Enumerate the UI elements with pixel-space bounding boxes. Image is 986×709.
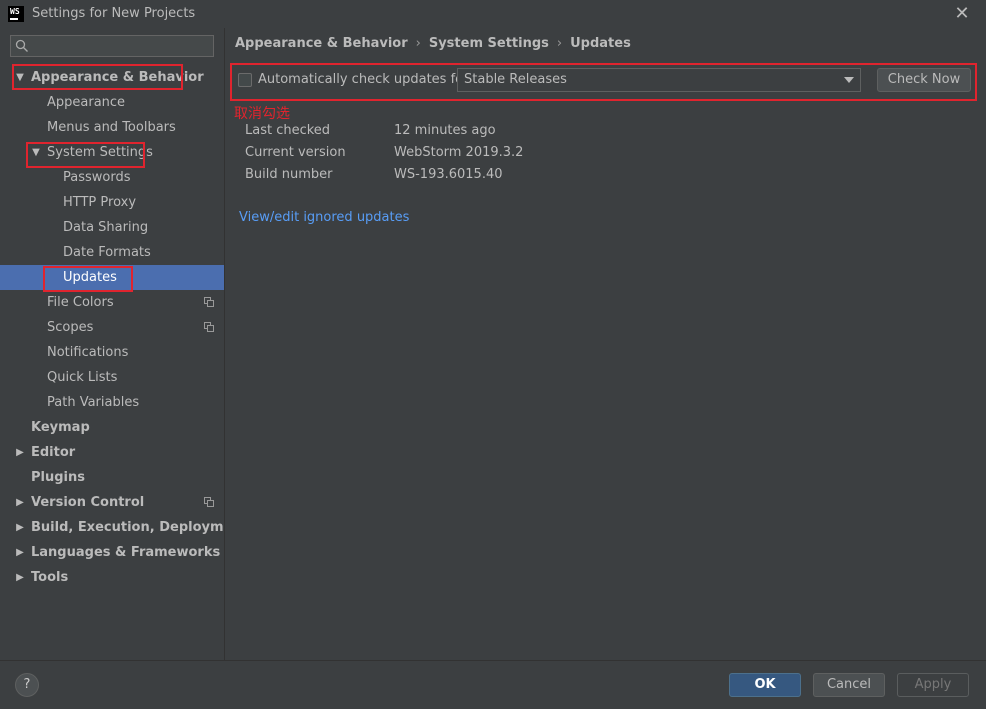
app-logo-text: WS [10, 7, 20, 16]
tree-label: Data Sharing [63, 220, 149, 235]
dialog-footer: ? OK Cancel Apply [0, 660, 986, 709]
tree-item-keymap[interactable]: Keymap [0, 415, 224, 440]
window-title: Settings for New Projects [32, 6, 196, 21]
build-number-value: WS-193.6015.40 [394, 167, 503, 182]
tree-label: Menus and Toolbars [47, 120, 176, 135]
tree-item-system-settings[interactable]: ▼ System Settings [0, 140, 224, 165]
current-version-label: Current version [245, 145, 346, 160]
cancel-button[interactable]: Cancel [813, 673, 885, 697]
tree-item-scopes[interactable]: Scopes [0, 315, 224, 340]
collapsed-arrow-icon[interactable]: ▶ [14, 515, 26, 540]
check-now-button[interactable]: Check Now [877, 68, 971, 92]
tree-item-file-colors[interactable]: File Colors [0, 290, 224, 315]
project-scope-icon [204, 297, 214, 307]
tree-item-data-sharing[interactable]: Data Sharing [0, 215, 224, 240]
tree-item-tools[interactable]: ▶ Tools [0, 565, 224, 590]
breadcrumb-separator: › [556, 36, 563, 51]
breadcrumb-item: System Settings [428, 36, 549, 51]
updates-panel: Appearance & Behavior › System Settings › Up… [225, 28, 986, 660]
tree-item-build[interactable]: ▶ Build, Execution, Deployment [0, 515, 248, 540]
tree-label: Date Formats [63, 245, 151, 260]
expanded-arrow-icon[interactable]: ▼ [30, 140, 42, 165]
update-channel-value: Stable Releases [464, 72, 567, 87]
tree-label: Quick Lists [47, 370, 118, 385]
tree-label: Version Control [31, 495, 145, 510]
breadcrumb-separator: › [415, 36, 421, 51]
apply-button[interactable]: Apply [897, 673, 969, 697]
tree-item-passwords[interactable]: Passwords [0, 165, 224, 190]
last-checked-label: Last checked [245, 123, 331, 138]
tree-item-appearance-behavior[interactable]: ▼ Appearance & Behavior [0, 65, 224, 90]
tree-label: Plugins [31, 470, 85, 485]
tree-item-plugins[interactable]: Plugins [0, 465, 224, 490]
tree-label: Appearance & Behavior [31, 70, 204, 85]
project-scope-icon [204, 497, 214, 507]
tree-label: Editor [31, 445, 76, 460]
tree-item-http-proxy[interactable]: HTTP Proxy [0, 190, 224, 215]
tree-label: Scopes [47, 320, 94, 335]
tree-label: File Colors [47, 295, 114, 310]
title-bar: WS Settings for New Projects ✕ [0, 0, 986, 28]
tree-item-updates[interactable]: Updates [0, 265, 224, 290]
update-channel-dropdown[interactable]: Stable Releases [457, 68, 861, 92]
tree-label: Build, Execution, Deployment [31, 520, 248, 535]
collapsed-arrow-icon[interactable]: ▶ [14, 440, 26, 465]
expanded-arrow-icon[interactable]: ▼ [14, 65, 26, 90]
tree-item-appearance[interactable]: Appearance [0, 90, 224, 115]
tree-label: HTTP Proxy [63, 195, 137, 210]
tree-label: Keymap [31, 420, 90, 435]
tree-label: Passwords [63, 170, 131, 185]
tree-item-quick-lists[interactable]: Quick Lists [0, 365, 224, 390]
breadcrumb-item-current: Updates [570, 36, 631, 51]
tree-item-path-variables[interactable]: Path Variables [0, 390, 224, 415]
chevron-down-icon [844, 77, 854, 83]
tree-item-languages[interactable]: ▶ Languages & Frameworks [0, 540, 224, 565]
tree-item-date-formats[interactable]: Date Formats [0, 240, 224, 265]
tree-label: Languages & Frameworks [31, 545, 221, 560]
ok-button[interactable]: OK [729, 673, 801, 697]
search-icon [15, 39, 28, 52]
tree-label: Updates [63, 270, 117, 285]
ignored-updates-link[interactable]: View/edit ignored updates [239, 210, 409, 225]
tree-label: System Settings [47, 145, 153, 160]
collapsed-arrow-icon[interactable]: ▶ [14, 540, 26, 565]
help-button[interactable]: ? [15, 673, 39, 697]
auto-check-updates-checkbox[interactable] [238, 73, 252, 87]
collapsed-arrow-icon[interactable]: ▶ [14, 490, 26, 515]
tree-item-notifications[interactable]: Notifications [0, 340, 224, 365]
tree-label: Path Variables [47, 395, 140, 410]
collapsed-arrow-icon[interactable]: ▶ [14, 565, 26, 590]
last-checked-value: 12 minutes ago [394, 123, 496, 138]
breadcrumb-item: Appearance & Behavior [235, 36, 408, 51]
auto-check-updates-label[interactable]: Automatically check updates for [258, 72, 468, 87]
breadcrumb: Appearance & Behavior › System Settings › Up… [235, 36, 631, 51]
build-number-label: Build number [245, 167, 333, 182]
tree-label: Appearance [47, 95, 126, 110]
tree-item-version-control[interactable]: ▶ Version Control [0, 490, 224, 515]
tree-item-editor[interactable]: ▶ Editor [0, 440, 224, 465]
webstorm-logo-icon: WS [8, 6, 24, 22]
annotation-text: 取消勾选 [234, 106, 290, 122]
tree-item-menus-toolbars[interactable]: Menus and Toolbars [0, 115, 224, 140]
help-icon: ? [23, 677, 31, 692]
search-box[interactable] [10, 35, 214, 57]
close-button[interactable]: ✕ [952, 4, 972, 24]
search-input[interactable] [37, 37, 207, 55]
close-icon: ✕ [954, 3, 970, 24]
tree-label: Notifications [47, 345, 129, 360]
tree-label: Tools [31, 570, 69, 585]
settings-sidebar: ▼ Appearance & Behavior Appearance Menus… [0, 28, 248, 660]
current-version-value: WebStorm 2019.3.2 [394, 145, 524, 160]
project-scope-icon [204, 322, 214, 332]
